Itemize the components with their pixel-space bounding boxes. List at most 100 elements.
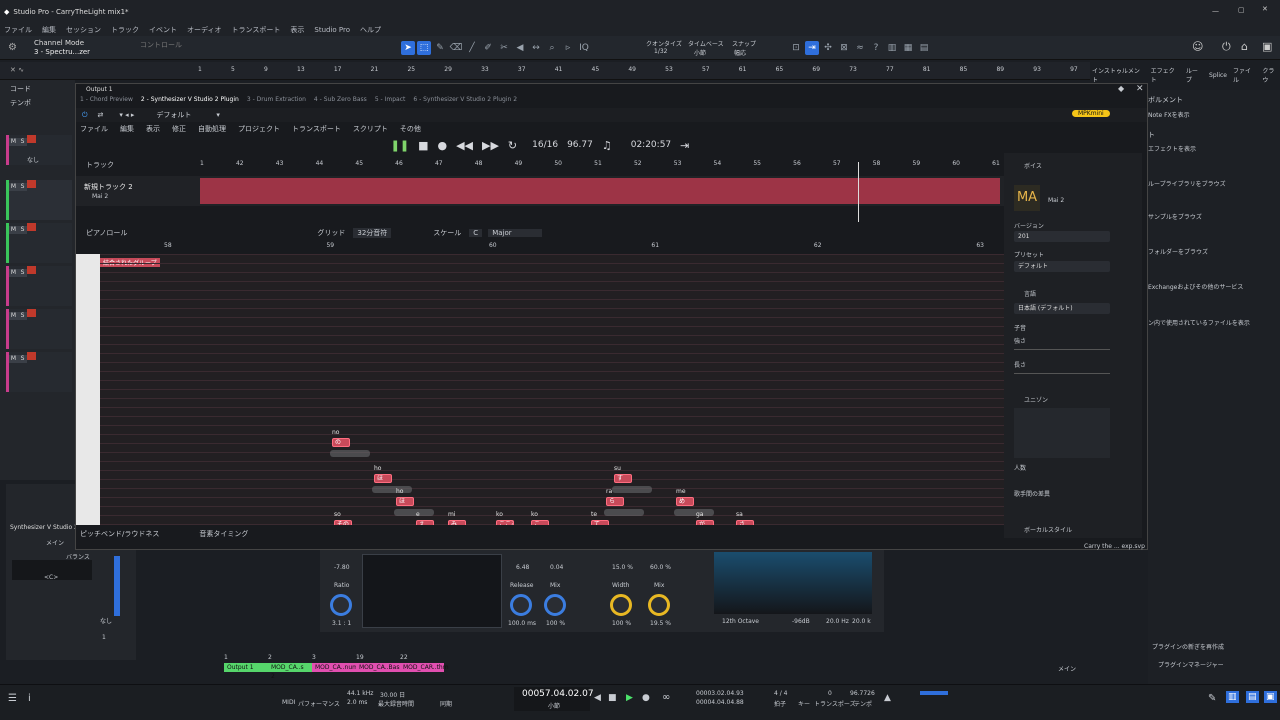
sv-menu-transport[interactable]: トランスポート bbox=[292, 124, 341, 134]
track-code[interactable]: MS なし bbox=[6, 135, 72, 165]
browser-item-4[interactable]: ループライブラリをブラウズ bbox=[1148, 179, 1226, 188]
snap-grid-icon[interactable]: ⇥ bbox=[805, 41, 819, 55]
tool-icon[interactable]: ✕ ∿ bbox=[10, 66, 24, 74]
width-knob[interactable] bbox=[610, 594, 632, 616]
browser-item-8[interactable]: ン内で使用されているファイルを表示 bbox=[1148, 318, 1250, 327]
menu-studio-pro[interactable]: Studio Pro bbox=[314, 26, 350, 34]
note[interactable]: こ bbox=[531, 520, 549, 525]
fader[interactable] bbox=[114, 556, 120, 616]
browser-item-1[interactable]: ト bbox=[1148, 130, 1155, 140]
time-signature[interactable]: 4 / 4 bbox=[774, 690, 787, 697]
release-knob[interactable] bbox=[510, 594, 532, 616]
mixer-icon[interactable]: ▤ bbox=[1246, 691, 1259, 703]
mute-button[interactable]: M bbox=[9, 269, 18, 277]
close-icon[interactable]: ✕ bbox=[1262, 5, 1268, 13]
tab-synthv[interactable]: 2 - Synthesizer V Studio 2 Plugin bbox=[141, 96, 239, 103]
browser-tab-loops[interactable]: ループ bbox=[1186, 66, 1203, 84]
note[interactable]: ら bbox=[606, 497, 624, 506]
language-select[interactable]: 日本語 (デフォルト) bbox=[1014, 303, 1110, 314]
preset-select[interactable]: デフォルト bbox=[1014, 261, 1110, 272]
mode-select[interactable]: Major bbox=[488, 229, 542, 237]
note[interactable]: の bbox=[332, 438, 350, 447]
sv-menu-project[interactable]: プロジェクト bbox=[238, 124, 280, 134]
grid-icon[interactable]: ⊠ bbox=[837, 41, 851, 55]
clip[interactable]: Output 1 bbox=[224, 663, 268, 672]
singer-avatar[interactable]: MA bbox=[1014, 185, 1040, 211]
snap-icon[interactable]: ⊡ bbox=[789, 41, 803, 55]
unison-pad[interactable] bbox=[1014, 408, 1110, 458]
note[interactable]: え bbox=[416, 520, 434, 525]
mute-tool-icon[interactable]: ◀ bbox=[513, 41, 527, 55]
track-name[interactable]: 新規トラック 2 bbox=[84, 182, 133, 192]
browser-item-6[interactable]: フォルダーをブラウズ bbox=[1148, 247, 1208, 256]
track-5[interactable]: MS bbox=[6, 352, 72, 392]
solo-button[interactable]: S bbox=[18, 183, 27, 191]
mpk-badge[interactable]: MPKmini bbox=[1072, 110, 1110, 117]
edit-icon[interactable]: ▥ bbox=[885, 41, 899, 55]
loop-icon[interactable]: ↻ bbox=[508, 139, 517, 152]
record-button[interactable] bbox=[27, 352, 36, 360]
browser-item-5[interactable]: サンプルをブラウズ bbox=[1148, 212, 1202, 221]
bend-icon[interactable]: ↔ bbox=[529, 41, 543, 55]
sv-menu-edit[interactable]: 編集 bbox=[120, 124, 134, 134]
compressor-graph[interactable] bbox=[362, 554, 502, 628]
forward-icon[interactable]: ▶▶ bbox=[482, 139, 499, 152]
help-icon[interactable]: ? bbox=[869, 41, 883, 55]
note[interactable]: が bbox=[696, 520, 714, 525]
browser-tab-effects[interactable]: エフェクト bbox=[1151, 66, 1180, 84]
browser-tab-files[interactable]: ファイル bbox=[1233, 66, 1256, 84]
channel-name[interactable]: 3 - Spectru...zer bbox=[34, 48, 90, 56]
playhead[interactable] bbox=[858, 162, 859, 222]
clip[interactable]: MOD_CA..Bass bbox=[356, 663, 403, 672]
arrow-tool-icon[interactable]: ➤ bbox=[401, 41, 415, 55]
pencil-icon[interactable]: ✎ bbox=[1208, 693, 1216, 704]
menu-file[interactable]: ファイル bbox=[4, 25, 32, 35]
mute-button[interactable]: M bbox=[9, 183, 18, 191]
sv-menu-script[interactable]: スクリプト bbox=[353, 124, 388, 134]
mute-button[interactable]: M bbox=[9, 138, 18, 146]
sv-menu-modify[interactable]: 修正 bbox=[172, 124, 186, 134]
track-region[interactable] bbox=[200, 178, 1000, 204]
track-1[interactable]: MS bbox=[6, 180, 72, 220]
stop-button-icon[interactable]: ■ bbox=[608, 693, 617, 703]
menu-help[interactable]: ヘルプ bbox=[360, 25, 381, 35]
note[interactable]: その bbox=[334, 520, 352, 525]
note[interactable]: す bbox=[614, 474, 632, 483]
solo-button[interactable]: S bbox=[18, 226, 27, 234]
clip[interactable]: MOD_CAR..thm bbox=[400, 663, 449, 672]
note[interactable]: さ bbox=[736, 520, 754, 525]
sv-menu-auto[interactable]: 自動処理 bbox=[198, 124, 226, 134]
preset-nav-icon[interactable]: ▾ ◂ ▸ bbox=[119, 111, 134, 119]
browser-item-3[interactable]: エフェクトを表示 bbox=[1148, 144, 1196, 153]
pause-icon[interactable]: ❚❚ bbox=[391, 139, 409, 152]
browser-tab-splice[interactable]: Splice bbox=[1209, 72, 1227, 79]
listen-icon[interactable]: ▹ bbox=[561, 41, 575, 55]
key-select[interactable]: C bbox=[469, 229, 483, 237]
note[interactable]: て bbox=[591, 520, 609, 525]
phoneme-tab[interactable]: 音素タイミング bbox=[199, 529, 248, 539]
sv-menu-other[interactable]: その他 bbox=[400, 124, 421, 134]
menu-event[interactable]: イベント bbox=[149, 25, 177, 35]
snap-value[interactable]: 幅応 bbox=[734, 48, 746, 57]
record-button[interactable] bbox=[27, 223, 36, 231]
grid-value[interactable]: 32分音符 bbox=[353, 228, 392, 238]
plugin-reset[interactable]: プラグインの新ぎを再作成 bbox=[1152, 642, 1224, 651]
stop-icon[interactable]: ■ bbox=[418, 139, 428, 152]
jump-end-icon[interactable]: ⇥ bbox=[680, 139, 689, 152]
mix2-knob[interactable] bbox=[648, 594, 670, 616]
loop-button-icon[interactable]: ∞ bbox=[662, 692, 670, 703]
clip[interactable]: MOD_CA..nums bbox=[312, 663, 361, 672]
ratio-knob[interactable] bbox=[330, 594, 352, 616]
sv-timeline[interactable]: トラック 1 42 43 44 45 46 47 48 49 50 51 52 53 54 55 56 57 58… bbox=[76, 158, 1004, 170]
mix-knob[interactable] bbox=[544, 594, 566, 616]
grid-view-icon[interactable]: ▦ bbox=[901, 41, 915, 55]
menu-session[interactable]: セッション bbox=[66, 25, 101, 35]
note[interactable]: ほ bbox=[374, 474, 392, 483]
menu-icon[interactable]: ☰ bbox=[8, 693, 17, 704]
menu-transport[interactable]: トランスポート bbox=[232, 25, 281, 35]
record-button[interactable] bbox=[27, 266, 36, 274]
sv-menu-file[interactable]: ファイル bbox=[80, 124, 108, 134]
analyzer-resolution[interactable]: 12th Octave bbox=[722, 618, 759, 625]
clip[interactable]: MOD_CA..s 2 bbox=[268, 663, 312, 680]
window-icon[interactable]: ▣ bbox=[1262, 40, 1272, 53]
